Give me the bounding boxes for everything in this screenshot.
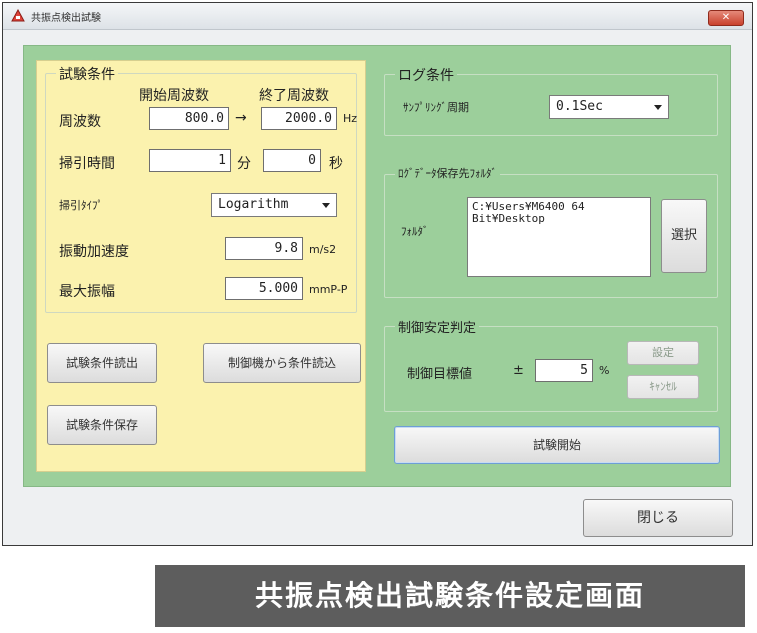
test-conditions-panel: 試験条件 開始周波数 終了周波数 周波数 800.0 → 2000.0 Hz 掃… <box>36 60 366 472</box>
folder-label: ﾌｫﾙﾀﾞ <box>401 225 429 238</box>
set-button[interactable]: 設定 <box>627 341 699 365</box>
amplitude-input[interactable]: 5.000 <box>225 277 303 300</box>
freq-arrow: → <box>235 110 247 126</box>
control-target-label: 制御目標値 <box>407 367 473 382</box>
freq-unit: Hz <box>343 112 358 125</box>
start-test-button[interactable]: 試験開始 <box>394 426 720 464</box>
screen-caption: 共振点検出試験条件設定画面 <box>155 565 745 627</box>
start-freq-header: 開始周波数 <box>139 88 209 104</box>
sampling-period-select[interactable]: 0.1Sec <box>549 95 669 119</box>
sweep-minutes-input[interactable]: 1 <box>149 149 231 172</box>
start-freq-input[interactable]: 800.0 <box>149 107 229 130</box>
percent-sign: % <box>599 364 610 377</box>
folder-path-box[interactable]: C:¥Users¥M6400 64 Bit¥Desktop <box>467 197 651 277</box>
sweep-type-select[interactable]: Logarithm <box>211 193 337 217</box>
read-from-controller-button[interactable]: 制御機から条件読込 <box>203 343 361 383</box>
client-area: 試験条件 開始周波数 終了周波数 周波数 800.0 → 2000.0 Hz 掃… <box>23 45 731 487</box>
control-stability-group: 制御安定判定 制御目標値 ± 5 % 設定 ｷｬﾝｾﾙ <box>384 317 718 412</box>
read-conditions-button[interactable]: 試験条件読出 <box>47 343 157 383</box>
freq-label: 周波数 <box>59 114 101 130</box>
sweep-seconds-input[interactable]: 0 <box>263 149 321 172</box>
main-window: 共振点検出試験 ✕ 試験条件 開始周波数 終了周波数 周波数 800.0 → 2… <box>2 2 753 546</box>
control-target-input[interactable]: 5 <box>535 359 593 382</box>
chevron-down-icon <box>654 105 662 110</box>
log-folder-group: ﾛｸﾞﾃﾞｰﾀ保存先ﾌｫﾙﾀﾞ ﾌｫﾙﾀﾞ C:¥Users¥M6400 64 … <box>384 165 718 298</box>
sampling-label: ｻﾝﾌﾟﾘﾝｸﾞ周期 <box>403 101 469 114</box>
accel-unit: m/s2 <box>309 243 337 256</box>
amplitude-unit: mmP-P <box>309 283 348 296</box>
log-conditions-title: ログ条件 <box>395 65 457 85</box>
seconds-unit: 秒 <box>329 156 343 172</box>
sweep-time-label: 掃引時間 <box>59 156 115 172</box>
app-icon <box>11 9 25 22</box>
minutes-unit: 分 <box>237 156 251 172</box>
accel-input[interactable]: 9.8 <box>225 237 303 260</box>
sweep-type-value: Logarithm <box>218 197 289 212</box>
chevron-down-icon <box>322 203 330 208</box>
log-conditions-group: ログ条件 ｻﾝﾌﾟﾘﾝｸﾞ周期 0.1Sec <box>384 65 718 136</box>
save-conditions-button[interactable]: 試験条件保存 <box>47 405 157 445</box>
test-conditions-title: 試験条件 <box>56 64 118 84</box>
title-bar: 共振点検出試験 ✕ <box>3 3 752 30</box>
end-freq-header: 終了周波数 <box>259 88 329 104</box>
sweep-type-label: 掃引ﾀｲﾌﾟ <box>59 199 103 212</box>
select-folder-button[interactable]: 選択 <box>661 199 707 273</box>
end-freq-input[interactable]: 2000.0 <box>261 107 337 130</box>
close-dialog-button[interactable]: 閉じる <box>583 499 733 537</box>
window-title: 共振点検出試験 <box>31 13 101 24</box>
log-folder-title: ﾛｸﾞﾃﾞｰﾀ保存先ﾌｫﾙﾀﾞ <box>395 165 500 181</box>
cancel-button[interactable]: ｷｬﾝｾﾙ <box>627 375 699 399</box>
amplitude-label: 最大振幅 <box>59 284 115 300</box>
sampling-period-value: 0.1Sec <box>556 99 603 114</box>
window-close-button[interactable]: ✕ <box>708 10 744 26</box>
control-stability-title: 制御安定判定 <box>395 317 480 336</box>
plusminus-sign: ± <box>513 363 524 378</box>
accel-label: 振動加速度 <box>59 244 129 260</box>
